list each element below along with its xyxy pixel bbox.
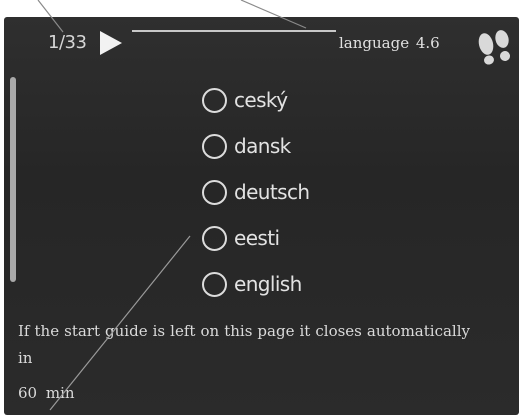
play-arrow-icon[interactable] [98,29,124,57]
title-divider [132,30,336,32]
radio-button[interactable] [202,133,227,159]
language-label: deutsch [234,180,310,204]
footsteps-icon [478,30,510,65]
language-option-cesky[interactable]: ceský [202,77,309,123]
language-list: ceský dansk deutsch eesti english [202,77,310,307]
language-option-deutsch[interactable]: deutsch [202,169,310,215]
display-screen: 1/33 language 4.6 ceský dansk deutsch ee… [4,17,519,415]
radio-button[interactable] [202,179,227,205]
language-option-dansk[interactable]: dansk [202,123,309,169]
scrollbar-thumb[interactable] [10,77,16,282]
countdown-value: 60 min [18,384,75,402]
scrollbar[interactable] [10,77,16,282]
page-counter: 1/33 [48,32,87,53]
radio-button[interactable] [202,225,227,251]
language-label: eesti [234,226,280,250]
language-label: ceský [234,88,288,112]
language-option-eesti[interactable]: eesti [202,215,309,261]
radio-button[interactable] [202,271,227,297]
language-label: dansk [234,134,291,158]
start-guide-info: If the start guide is left on this page … [18,322,470,367]
language-label: english [234,272,302,296]
menu-title: language 4.6 [339,34,440,52]
radio-button[interactable] [202,87,227,113]
language-option-english[interactable]: english [202,261,309,307]
